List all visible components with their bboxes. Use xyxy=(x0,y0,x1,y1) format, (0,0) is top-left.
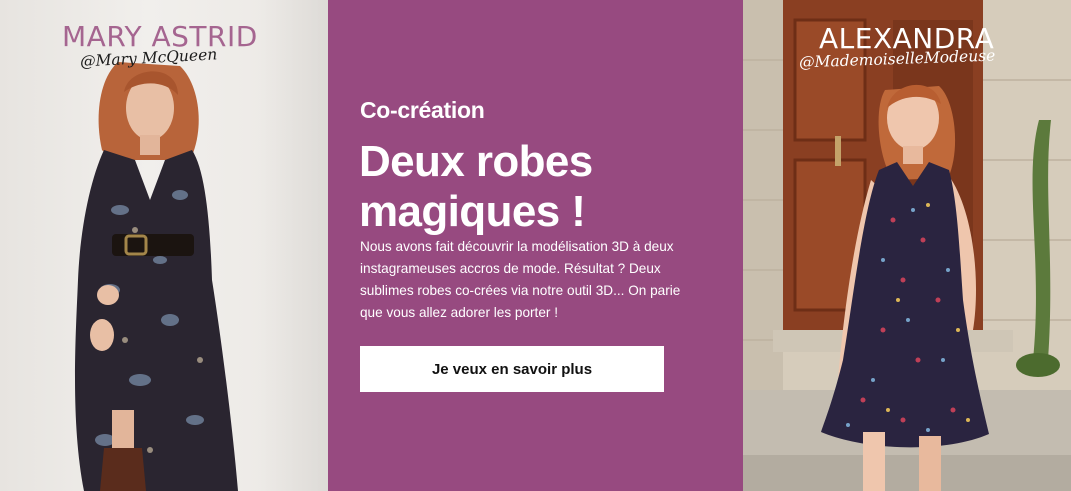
learn-more-button[interactable]: Je veux en savoir plus xyxy=(360,346,664,392)
woman-in-floral-dress-image xyxy=(743,0,1071,491)
right-influencer-photo[interactable]: ALEXANDRA @MademoiselleModeuse xyxy=(743,0,1071,491)
left-influencer-photo[interactable]: MARY ASTRID @Mary McQueen xyxy=(0,0,328,491)
promo-eyebrow: Co-création xyxy=(360,97,485,123)
hero-banner: MARY ASTRID @Mary McQueen Co-création De… xyxy=(0,0,1071,491)
promo-description: Nous avons fait découvrir la modélisatio… xyxy=(360,239,681,320)
learn-more-button-label: Je veux en savoir plus xyxy=(431,360,593,378)
promo-panel: Co-création Deux robes magiques ! Nous a… xyxy=(328,0,743,491)
wall-shadow xyxy=(258,0,328,491)
promo-headline: Deux robes magiques ! xyxy=(359,137,593,236)
